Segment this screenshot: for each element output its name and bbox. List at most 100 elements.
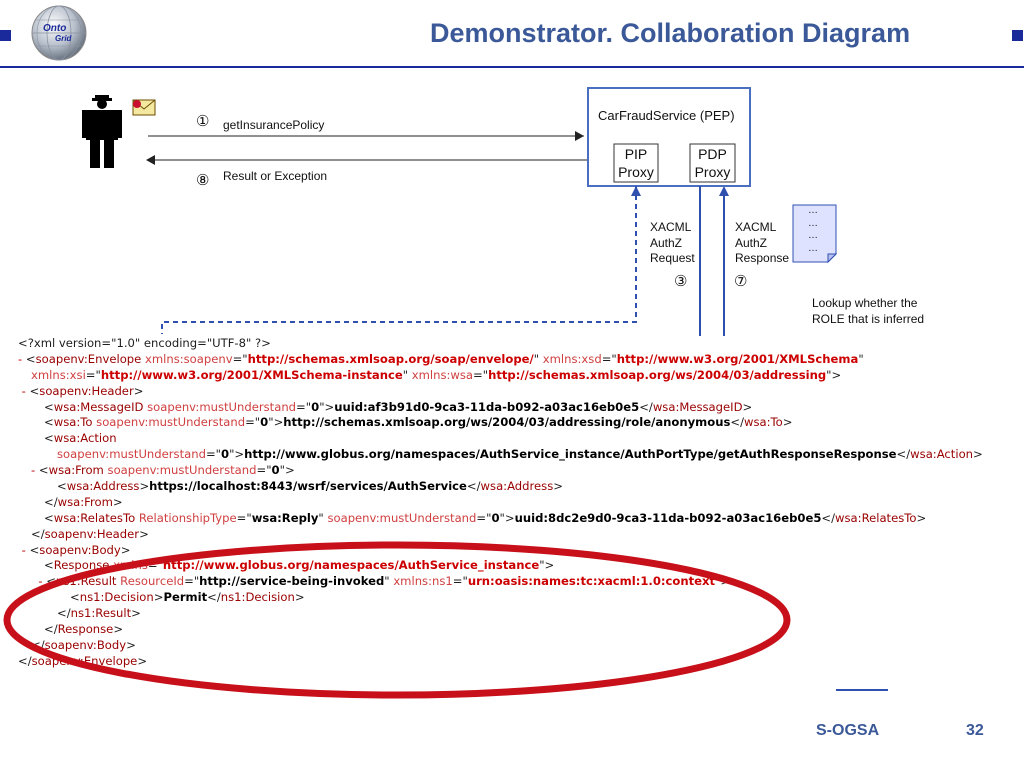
xml-token: - xyxy=(18,383,30,398)
request-arrowhead xyxy=(575,131,584,141)
xml-line: <?xml version="1.0" encoding="UTF-8" ?> xyxy=(18,336,1024,352)
pip-line-2: Proxy xyxy=(618,164,654,180)
step-3-marker: ③ xyxy=(674,273,688,290)
pdp-line-2: Proxy xyxy=(694,164,731,180)
authz-request-label: XACML AuthZ Request xyxy=(650,220,695,267)
xml-token: wsa:Action xyxy=(53,431,117,446)
xml-token: soapenv:mustUnderstand xyxy=(57,447,206,462)
xml-token: - xyxy=(31,463,39,478)
xml-token: wsa:From xyxy=(48,463,104,478)
xml-token: < xyxy=(29,383,40,398)
footer-project-name: S-OGSA xyxy=(816,722,880,739)
credential-envelope-icon xyxy=(132,99,156,116)
request-line-1: XACML xyxy=(650,220,692,234)
logo-word-1: Onto xyxy=(43,23,66,34)
xml-token: < xyxy=(44,431,54,446)
xml-token: wsa:Address xyxy=(66,479,140,494)
xml-line: <wsa:Action xyxy=(18,431,1024,447)
xml-token: wsa:MessageID xyxy=(53,399,144,414)
request-line-2: AuthZ xyxy=(650,235,683,250)
xml-token: "> xyxy=(268,415,284,430)
pdp-line-1: PDP xyxy=(698,146,727,162)
xml-token: </ xyxy=(821,510,836,525)
authz-response-label: XACML AuthZ Response xyxy=(735,220,789,267)
get-insurance-policy-label: getInsurancePolicy xyxy=(223,118,325,132)
xml-token: < xyxy=(44,415,54,430)
xml-line: <wsa:MessageID soapenv:mustUnderstand="0… xyxy=(18,400,1024,416)
xml-token: < xyxy=(57,479,67,494)
xml-line: <wsa:To soapenv:mustUnderstand="0">http:… xyxy=(18,415,1024,431)
xml-token: </ xyxy=(44,494,58,509)
xml-token: =" xyxy=(296,399,312,414)
xml-token: soapenv:mustUnderstand xyxy=(143,399,297,414)
step-7-marker: ⑦ xyxy=(734,273,748,290)
xml-line: <wsa:RelatesTo RelationshipType="wsa:Rep… xyxy=(18,511,1024,527)
xml-token: </ xyxy=(31,526,45,541)
decorative-stub xyxy=(836,689,888,691)
xml-token: =" xyxy=(85,367,101,382)
xml-token: "> xyxy=(229,447,245,462)
xml-token: < xyxy=(44,510,54,525)
xml-token: wsa:MessageID xyxy=(652,399,743,414)
request-line-3: Request xyxy=(650,251,695,265)
service-title: CarFraudService (PEP) xyxy=(598,108,735,123)
xml-token: =" xyxy=(232,351,248,366)
result-arrowhead xyxy=(146,155,155,165)
doc-line: … xyxy=(808,217,818,229)
step-1-marker: ① xyxy=(196,113,210,130)
xml-token: > xyxy=(139,526,149,541)
xml-token: </ xyxy=(466,479,481,494)
xml-token: =" xyxy=(256,463,272,478)
response-line-2: AuthZ xyxy=(735,235,768,250)
xml-token: < xyxy=(25,351,36,366)
xml-token: > xyxy=(133,383,144,398)
ontogrid-logo: Onto Grid xyxy=(30,4,88,62)
response-line-3: Response xyxy=(735,251,790,265)
xml-token: </ xyxy=(896,447,911,462)
doc-line: … xyxy=(808,230,818,241)
xml-token: uuid:8dc2e9d0-9ca3-11da-b092-a03ac16eb0e… xyxy=(514,510,822,525)
pip-proxy-label: PIP Proxy xyxy=(614,145,658,181)
xml-token: =" xyxy=(601,351,617,366)
lookup-note: Lookup whether the ROLE that is inferred xyxy=(812,296,924,333)
xml-token: =" xyxy=(205,447,221,462)
xml-token: soapenv:Header xyxy=(39,383,134,398)
pip-line-1: PIP xyxy=(624,146,648,162)
xml-token: http://www.globus.org/namespaces/AuthSer… xyxy=(244,447,897,462)
header-rule xyxy=(0,66,1024,68)
xml-token: =" xyxy=(236,510,252,525)
highlight-ellipse xyxy=(3,541,791,699)
doc-line: … xyxy=(808,242,818,254)
xml-token: =" xyxy=(476,510,492,525)
step-8-marker: ⑧ xyxy=(196,172,210,189)
xml-token: wsa:Address xyxy=(480,479,554,494)
xml-line: </wsa:From> xyxy=(18,495,1024,511)
xml-token: 0 xyxy=(491,510,500,525)
xml-token: xmlns:xsi xyxy=(31,367,86,382)
xml-token: < xyxy=(38,463,49,478)
pip-dashed-arrowhead xyxy=(631,186,641,196)
xml-token: uuid:af3b91d0-9ca3-11da-b092-a03ac16eb0e… xyxy=(334,399,640,414)
xml-token: http://www.w3.org/2001/XMLSchema-instanc… xyxy=(100,367,403,382)
xml-token: "> xyxy=(279,463,295,478)
xml-token: soapenv:mustUnderstand xyxy=(103,463,257,478)
xml-token: soapenv:Header xyxy=(44,526,140,541)
xml-token: > xyxy=(916,510,927,525)
xml-line: - <wsa:From soapenv:mustUnderstand="0"> xyxy=(18,463,1024,479)
xml-token: http://schemas.xmlsoap.org/ws/2004/03/ad… xyxy=(488,367,827,382)
xml-token: </ xyxy=(639,399,653,414)
xml-token: > xyxy=(112,494,123,509)
xml-token: wsa:RelatesTo xyxy=(835,510,917,525)
xml-token: soapenv:mustUnderstand xyxy=(323,510,477,525)
xml-line: - <soapenv:Header> xyxy=(18,384,1024,400)
xml-line: xmlns:xsi="http://www.w3.org/2001/XMLSch… xyxy=(18,368,1024,384)
xml-token: xmlns:wsa xyxy=(408,367,474,382)
xml-token: 0 xyxy=(221,447,230,462)
user-icon xyxy=(82,95,122,168)
xml-token: =" xyxy=(473,367,489,382)
doc-line: … xyxy=(808,205,818,216)
xml-line: <wsa:Address>https://localhost:8443/wsrf… xyxy=(18,479,1024,495)
xml-token: > xyxy=(973,447,983,462)
xml-token: > xyxy=(782,415,793,430)
response-line-1: XACML xyxy=(735,220,777,234)
